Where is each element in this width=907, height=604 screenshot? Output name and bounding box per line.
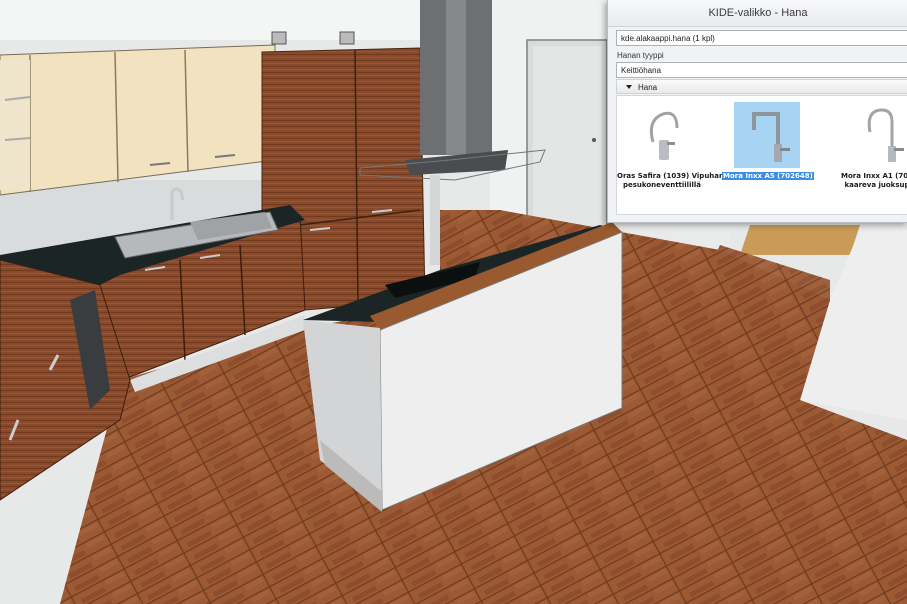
triangle-down-icon[interactable] [626,85,632,90]
faucet-section-label: Hana [638,83,658,92]
faucet-caption-line1: Mora Inxx A1 (702 [841,172,907,180]
faucet-thumbnail-mora-a5 [734,102,800,168]
faucet-thumbnail-oras [629,102,695,168]
faucet-image [867,108,904,162]
faucet-item-oras-safira[interactable]: Oras Safira (1039) Vipuhana pesukonevent… [617,100,729,208]
faucet-caption-line1: Mora Inxx A5 (702648) [722,172,814,180]
product-field[interactable]: kde.alakaappi.hana (1 kpl) [616,30,907,46]
faucet-item-mora-inxx-a1[interactable]: Mora Inxx A1 (702 kaareva juoksup [832,100,907,208]
faucet-caption-line2: kaareva juoksup [844,181,907,189]
faucet-item-mora-inxx-a5[interactable]: Mora Inxx A5 (702648) [722,100,814,208]
faucet-type-select[interactable]: Keittiöhana [616,62,907,78]
faucet-caption-line2: pesukoneventtiilillä [622,181,702,189]
faucet-image [752,112,790,162]
window-title: KIDE-valikko - Hana [608,0,907,27]
kide-menu-window: KIDE-valikko - Hana kde.alakaappi.hana (… [607,0,907,223]
faucet-thumbnail-mora-a1 [844,102,907,168]
faucet-type-label: Hanan tyyppi [617,51,664,60]
faucet-gallery: Oras Safira (1039) Vipuhana pesukonevent… [616,95,907,215]
faucet-image [649,111,679,160]
faucet-section-header[interactable]: Hana [616,79,907,94]
faucet-caption-line1: Oras Safira (1039) Vipuhana [617,172,729,180]
